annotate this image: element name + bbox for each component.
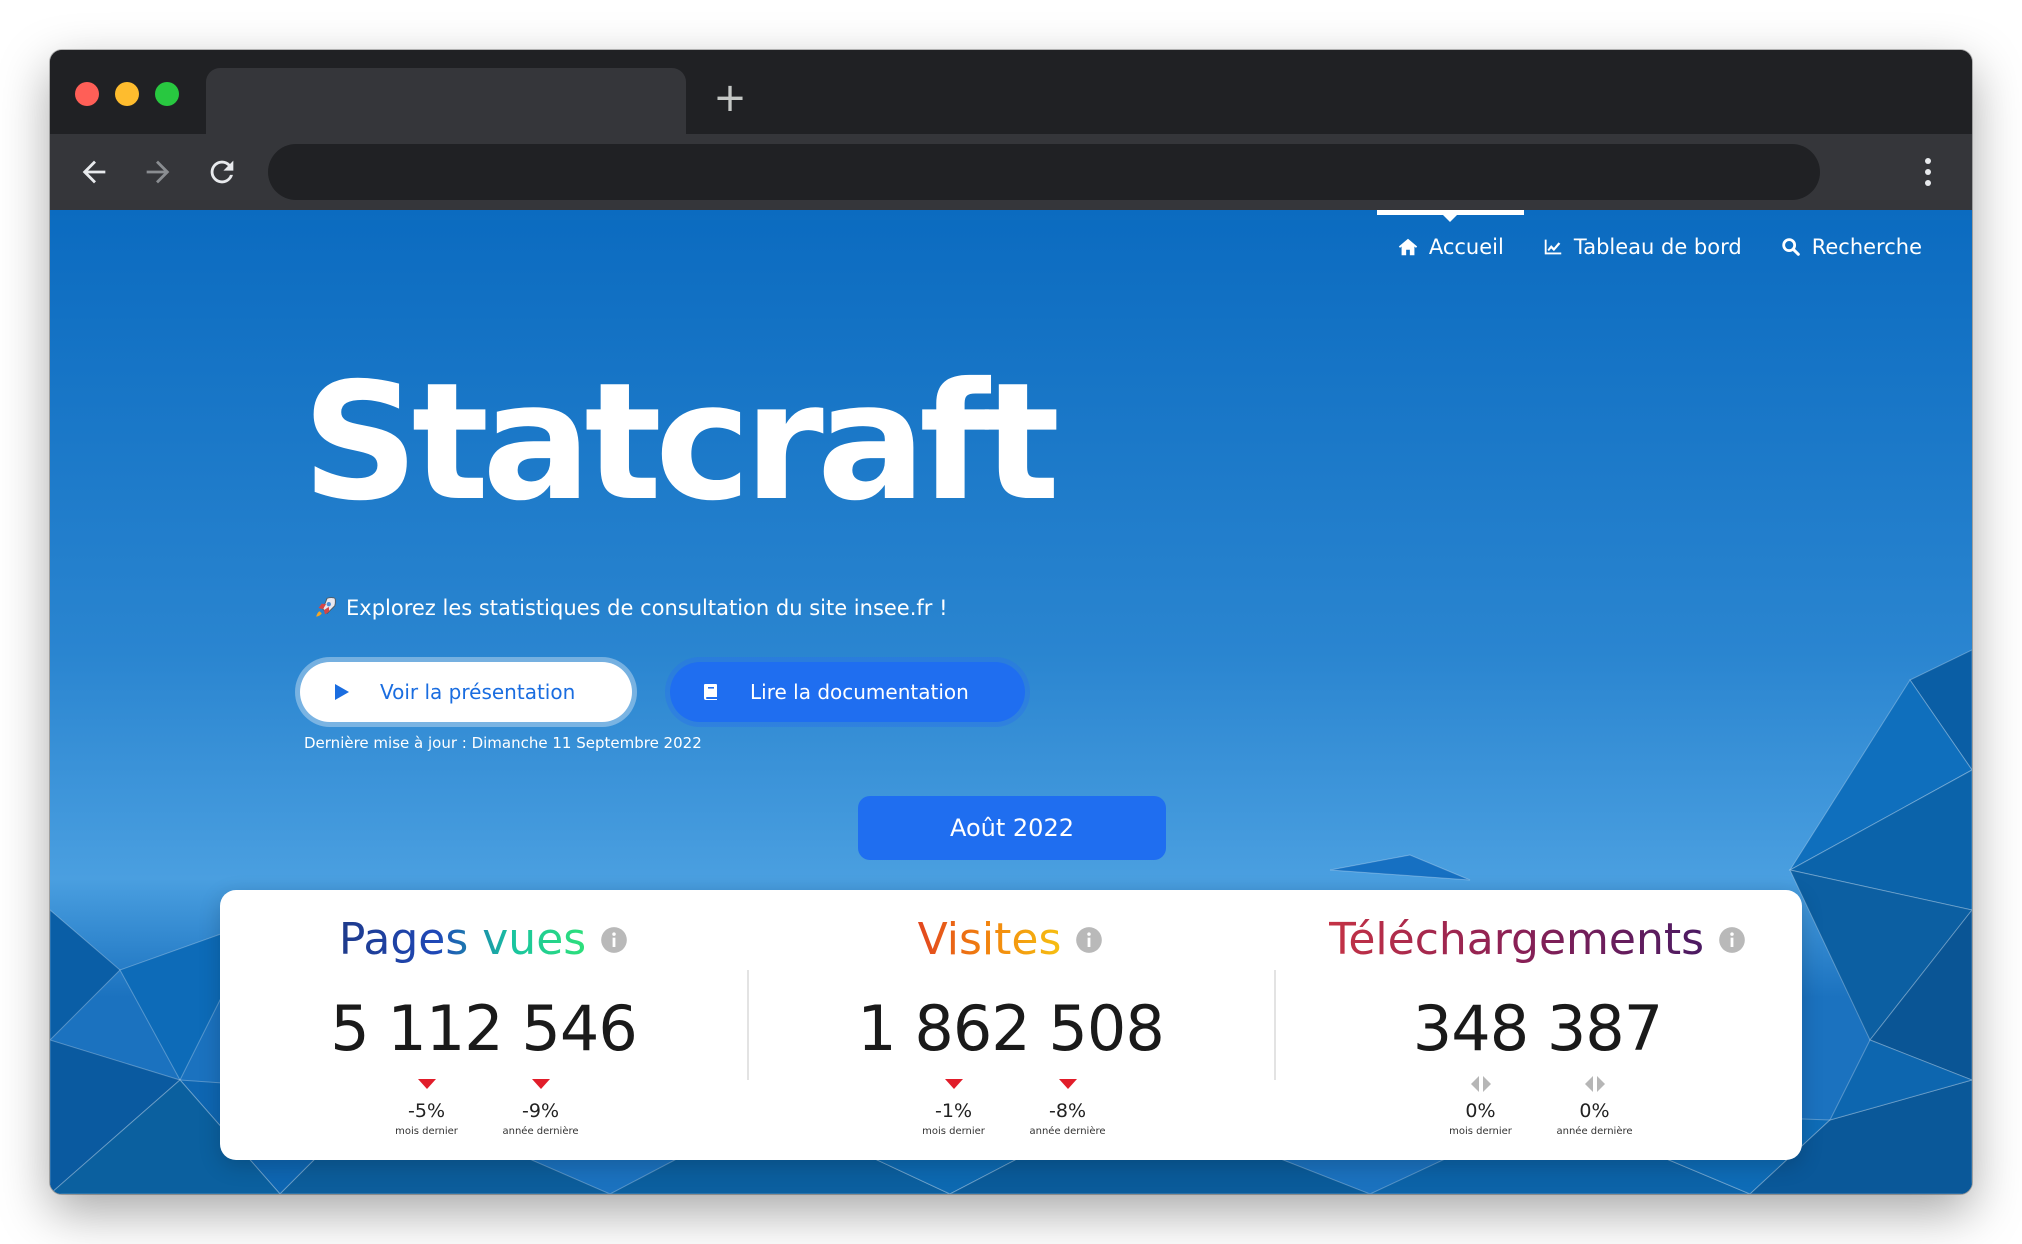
nav-search-link[interactable]: Recherche [1780, 210, 1922, 284]
stat-downloads: Téléchargements 348 387 0% mois dernier … [1274, 890, 1801, 1160]
top-navigation: Accueil Tableau de bord Recherche [1376, 210, 1922, 284]
rocket-icon [316, 597, 336, 617]
delta-label: mois dernier [1449, 1126, 1512, 1137]
browser-tab[interactable] [206, 68, 686, 134]
delta-value: -1% [935, 1100, 972, 1122]
menu-dot-icon [1925, 169, 1931, 175]
stat-deltas: -5% mois dernier -9% année dernière [220, 1074, 747, 1137]
play-icon [306, 682, 376, 702]
month-delta: 0% mois dernier [1443, 1074, 1519, 1137]
browser-menu-button[interactable] [1906, 150, 1950, 194]
stat-header: Téléchargements [1274, 912, 1801, 968]
chart-line-icon [1544, 239, 1562, 255]
reload-button[interactable] [200, 150, 244, 194]
year-delta: -9% année dernière [502, 1074, 579, 1137]
nav-dashboard-label: Tableau de bord [1573, 235, 1742, 259]
arrow-left-icon [82, 160, 106, 184]
book-icon [676, 682, 746, 702]
delta-value: -8% [1049, 1100, 1086, 1122]
delta-label: année dernière [1029, 1126, 1106, 1137]
month-delta: -5% mois dernier [389, 1074, 465, 1137]
read-documentation-button[interactable]: Lire la documentation [670, 662, 1025, 722]
search-icon [1781, 238, 1800, 256]
info-icon[interactable] [1075, 926, 1103, 954]
stats-card: Pages vues 5 112 546 -5% mois dernier -9… [220, 890, 1802, 1160]
delta-label: mois dernier [395, 1126, 458, 1137]
browser-tab-bar: + [50, 50, 1972, 134]
browser-toolbar [50, 134, 1972, 210]
delta-label: mois dernier [922, 1126, 985, 1137]
nav-search-label: Recherche [1811, 235, 1922, 259]
maximize-window-button[interactable] [155, 82, 179, 106]
page-content: Accueil Tableau de bord Recherche Statcr… [50, 210, 1972, 1194]
stat-visits: Visites 1 862 508 -1% mois dernier -8% a… [747, 890, 1274, 1160]
delta-label: année dernière [502, 1126, 579, 1137]
minimize-window-button[interactable] [115, 82, 139, 106]
info-icon[interactable] [600, 926, 628, 954]
close-window-button[interactable] [75, 82, 99, 106]
tagline-text: Explorez les statistiques de consultatio… [346, 596, 948, 620]
nav-home-label: Accueil [1428, 235, 1504, 259]
menu-dot-icon [1925, 180, 1931, 186]
stat-deltas: 0% mois dernier 0% année dernière [1274, 1074, 1801, 1137]
stat-title: Téléchargements [1329, 912, 1704, 968]
page-title: Statcraft [302, 349, 1060, 537]
back-button[interactable] [72, 150, 116, 194]
delta-value: -5% [408, 1100, 445, 1122]
address-bar[interactable] [268, 144, 1820, 200]
delta-label: année dernière [1556, 1126, 1633, 1137]
reload-icon [210, 160, 234, 184]
forward-button[interactable] [136, 150, 180, 194]
tagline: Explorez les statistiques de consultatio… [312, 595, 948, 621]
stat-value: 1 862 508 [857, 992, 1165, 1065]
period-selector[interactable]: Août 2022 [858, 796, 1166, 860]
trend-flat-icon [1584, 1074, 1605, 1094]
stat-value: 5 112 546 [330, 992, 638, 1065]
trend-down-icon [417, 1079, 436, 1089]
trend-down-icon [531, 1079, 550, 1089]
nav-home-link[interactable]: Accueil [1376, 210, 1524, 284]
delta-value: 0% [1465, 1100, 1496, 1122]
stat-page-views: Pages vues 5 112 546 -5% mois dernier -9… [220, 890, 747, 1160]
last-update-text: Dernière mise à jour : Dimanche 11 Septe… [304, 734, 702, 752]
delta-value: -9% [522, 1100, 559, 1122]
new-tab-button[interactable]: + [710, 78, 750, 118]
trend-down-icon [1058, 1079, 1077, 1089]
browser-window: + Accueil Tableau de bord Recherche Stat… [50, 50, 1972, 1194]
year-delta: 0% année dernière [1556, 1074, 1633, 1137]
menu-dot-icon [1925, 158, 1931, 164]
stat-header: Pages vues [220, 912, 747, 968]
home-icon [1398, 238, 1418, 256]
delta-value: 0% [1579, 1100, 1610, 1122]
stat-title-part1: Pages [338, 914, 469, 965]
view-presentation-label: Voir la présentation [380, 680, 576, 704]
month-delta: -1% mois dernier [916, 1074, 992, 1137]
trend-down-icon [944, 1079, 963, 1089]
stat-deltas: -1% mois dernier -8% année dernière [747, 1074, 1274, 1137]
stat-title-part2: vues [482, 914, 587, 965]
year-delta: -8% année dernière [1029, 1074, 1106, 1137]
stat-value: 348 387 [1412, 992, 1663, 1065]
stat-header: Visites [747, 912, 1274, 968]
read-documentation-label: Lire la documentation [750, 680, 969, 704]
arrow-right-icon [146, 160, 170, 184]
nav-dashboard-link[interactable]: Tableau de bord [1542, 210, 1742, 284]
stat-title: Visites [918, 912, 1062, 968]
stat-title: Pages vues [339, 912, 586, 968]
trend-flat-icon [1470, 1074, 1491, 1094]
info-icon[interactable] [1718, 926, 1746, 954]
view-presentation-button[interactable]: Voir la présentation [300, 662, 632, 722]
